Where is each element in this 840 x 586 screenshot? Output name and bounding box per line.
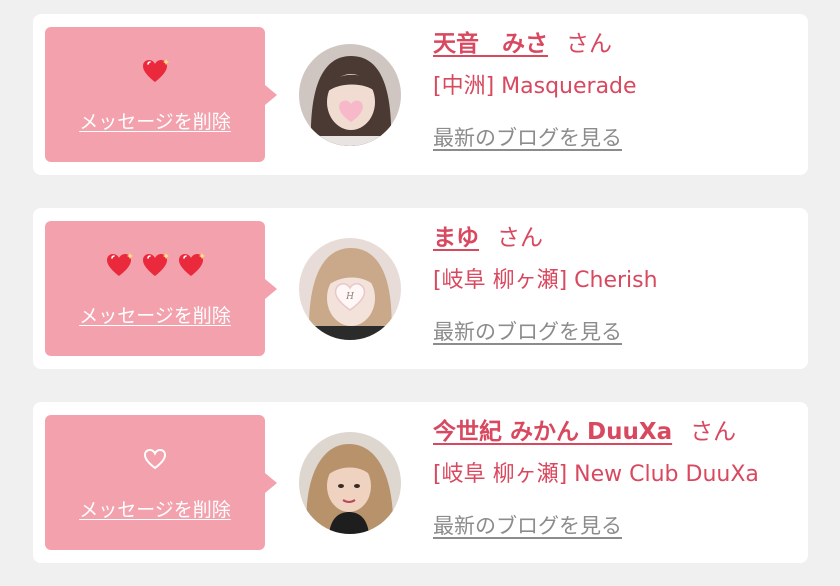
avatar[interactable] <box>299 44 401 146</box>
honorific: さん <box>497 225 543 251</box>
shop-label: [岐阜 柳ヶ瀬] Cherish <box>433 268 658 293</box>
message-list: メッセージを削除 天音 みさ さん [中洲] Masquerade 最新のブログを… <box>0 0 840 586</box>
cast-info: まゆ さん [岐阜 柳ヶ瀬] Cherish 最新のブログを見る <box>433 220 798 346</box>
shop-label: [岐阜 柳ヶ瀬] New Club DuuXa <box>433 462 759 487</box>
message-card: メッセージを削除 H まゆ さん [岐阜 柳ヶ瀬] Cherish 最新のブログを… <box>33 208 808 369</box>
heart-rating <box>45 445 265 473</box>
latest-blog-link[interactable]: 最新のブログを見る <box>433 122 622 152</box>
sparkle-heart-icon <box>140 251 170 279</box>
heart-rating <box>45 251 265 279</box>
avatar[interactable] <box>299 432 401 534</box>
delete-message-link[interactable]: メッセージを削除 <box>45 301 265 328</box>
message-bubble: メッセージを削除 <box>45 27 277 162</box>
cast-name-link[interactable]: まゆ <box>433 225 479 251</box>
message-bubble: メッセージを削除 <box>45 415 277 550</box>
avatar[interactable]: H <box>299 238 401 340</box>
sparkle-heart-icon <box>176 251 206 279</box>
sparkle-heart-icon <box>104 251 134 279</box>
message-bubble: メッセージを削除 <box>45 221 277 356</box>
heart-rating <box>45 57 265 85</box>
honorific: さん <box>566 31 612 57</box>
message-card: メッセージを削除 天音 みさ さん [中洲] Masquerade 最新のブログを… <box>33 14 808 175</box>
latest-blog-link[interactable]: 最新のブログを見る <box>433 316 622 346</box>
cast-name-link[interactable]: 今世紀 みかん DuuXa <box>433 419 672 445</box>
honorific: さん <box>690 419 737 445</box>
shop-label: [中洲] Masquerade <box>433 74 637 99</box>
cast-name-link[interactable]: 天音 みさ <box>433 31 548 57</box>
outline-heart-icon <box>142 447 168 471</box>
cast-info: 天音 みさ さん [中洲] Masquerade 最新のブログを見る <box>433 26 798 152</box>
sparkle-heart-icon <box>140 57 170 85</box>
message-card: メッセージを削除 今世紀 みかん DuuXa さん [岐阜 柳ヶ瀬] New Cl… <box>33 402 808 563</box>
svg-text:H: H <box>345 292 354 302</box>
latest-blog-link[interactable]: 最新のブログを見る <box>433 510 622 540</box>
delete-message-link[interactable]: メッセージを削除 <box>45 495 265 522</box>
delete-message-link[interactable]: メッセージを削除 <box>45 107 265 134</box>
cast-info: 今世紀 みかん DuuXa さん [岐阜 柳ヶ瀬] New Club DuuXa … <box>433 414 798 540</box>
